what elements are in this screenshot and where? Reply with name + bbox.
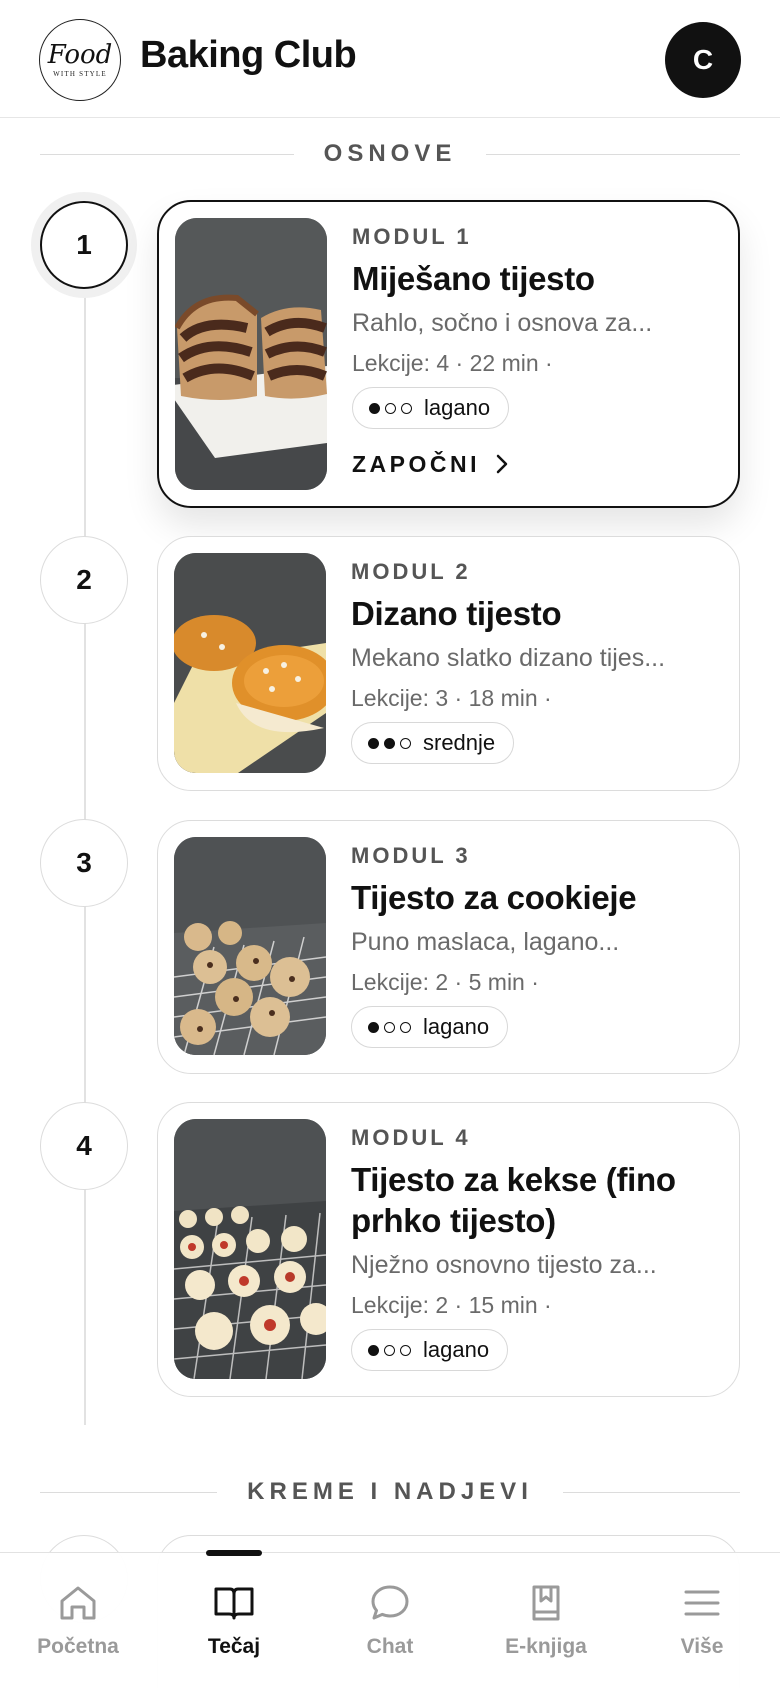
- nav-label: Više: [680, 1635, 724, 1658]
- section-title: KREME I NADJEVI: [247, 1478, 533, 1505]
- logo-subtitle: WITH STYLE: [53, 69, 107, 78]
- difficulty-badge: lagano: [351, 1329, 509, 1371]
- bottom-navigation: Početna Tečaj Chat E-knjiga Više: [0, 1550, 780, 1688]
- module-label: MODUL 1: [352, 224, 472, 249]
- active-tab-indicator: [206, 1550, 262, 1556]
- step-circle-3: 3: [40, 819, 128, 907]
- nav-label: E-knjiga: [505, 1635, 587, 1658]
- nav-label: Chat: [366, 1635, 414, 1658]
- difficulty-badge: lagano: [351, 1006, 509, 1048]
- module-info: MODUL 4 Tijesto za kekse (fino prhko tij…: [351, 1125, 719, 1371]
- difficulty-label: lagano: [424, 395, 491, 420]
- module-title: Tijesto za kekse (fino prhko tijesto): [351, 1161, 676, 1239]
- difficulty-badge: lagano: [352, 387, 510, 429]
- nav-item-tecaj[interactable]: Tečaj: [156, 1550, 312, 1688]
- module-label: MODUL 2: [351, 559, 471, 584]
- module-info: MODUL 1 Miješano tijesto Rahlo, sočno i …: [352, 224, 718, 481]
- app-title: Baking Club: [140, 34, 357, 76]
- module-description: Nježno osnovno tijesto za...: [351, 1251, 657, 1279]
- module-info: MODUL 3 Tijesto za cookieje Puno maslaca…: [351, 843, 719, 1048]
- module-card-1[interactable]: MODUL 1 Miješano tijesto Rahlo, sočno i …: [157, 200, 740, 508]
- module-meta: Lekcije: 3 · 18 min ·: [351, 685, 552, 711]
- difficulty-label: lagano: [423, 1014, 490, 1039]
- book-open-icon: [212, 1581, 256, 1625]
- module-image-marble-cake: [175, 218, 327, 490]
- module-description: Rahlo, sočno i osnova za...: [352, 309, 653, 337]
- nav-label: Početna: [37, 1635, 119, 1658]
- start-button[interactable]: ZAPOČNI: [352, 447, 718, 481]
- module-image-jam-biscuits: [174, 1119, 326, 1379]
- chevron-right-icon: [494, 453, 510, 475]
- step-circle-2: 2: [40, 536, 128, 624]
- nav-item-e-knjiga[interactable]: E-knjiga: [468, 1553, 624, 1688]
- difficulty-label: srednje: [423, 730, 496, 755]
- difficulty-dots-icon: [368, 1344, 411, 1356]
- chat-bubble-icon: [368, 1581, 412, 1625]
- home-icon: [56, 1581, 100, 1625]
- module-card-4[interactable]: MODUL 4 Tijesto za kekse (fino prhko tij…: [157, 1102, 740, 1397]
- section-header-kreme-i-nadjevi: KREME I NADJEVI: [40, 1477, 740, 1507]
- nav-item-pocetna[interactable]: Početna: [0, 1553, 156, 1688]
- module-meta: Lekcije: 2 · 15 min ·: [351, 1292, 552, 1318]
- nav-label: Tečaj: [207, 1635, 261, 1658]
- module-description: Mekano slatko dizano tijes...: [351, 644, 666, 672]
- module-image-cookies: [174, 837, 326, 1055]
- menu-icon: [680, 1581, 724, 1625]
- module-title: Tijesto za cookieje: [351, 879, 637, 916]
- bookmark-book-icon: [524, 1581, 568, 1625]
- difficulty-dots-icon: [368, 1021, 411, 1033]
- module-description: Puno maslaca, lagano...: [351, 928, 620, 956]
- module-title: Dizano tijesto: [351, 595, 562, 632]
- module-info: MODUL 2 Dizano tijesto Mekano slatko diz…: [351, 559, 719, 764]
- module-title: Miješano tijesto: [352, 260, 595, 297]
- difficulty-label: lagano: [423, 1337, 490, 1362]
- difficulty-dots-icon: [368, 737, 411, 749]
- difficulty-badge: srednje: [351, 722, 515, 764]
- difficulty-dots-icon: [369, 402, 412, 414]
- module-meta: Lekcije: 2 · 5 min ·: [351, 969, 539, 995]
- section-title: OSNOVE: [323, 140, 457, 167]
- nav-item-vise[interactable]: Više: [624, 1553, 780, 1688]
- section-header-osnove: OSNOVE: [40, 139, 740, 169]
- step-circle-4: 4: [40, 1102, 128, 1190]
- module-card-2[interactable]: MODUL 2 Dizano tijesto Mekano slatko diz…: [157, 536, 740, 791]
- step-circle-1: 1: [40, 201, 128, 289]
- module-image-sweet-bread: [174, 553, 326, 773]
- logo-script: Food: [47, 39, 113, 70]
- module-label: MODUL 4: [351, 1125, 471, 1150]
- user-avatar[interactable]: C: [665, 22, 741, 98]
- app-header: Food WITH STYLE Baking Club C: [0, 0, 780, 118]
- module-card-3[interactable]: MODUL 3 Tijesto za cookieje Puno maslaca…: [157, 820, 740, 1074]
- nav-item-chat[interactable]: Chat: [312, 1553, 468, 1688]
- module-meta: Lekcije: 4 · 22 min ·: [352, 350, 553, 376]
- food-with-style-logo[interactable]: Food WITH STYLE: [39, 19, 121, 101]
- module-label: MODUL 3: [351, 843, 471, 868]
- start-label: ZAPOČNI: [352, 450, 480, 477]
